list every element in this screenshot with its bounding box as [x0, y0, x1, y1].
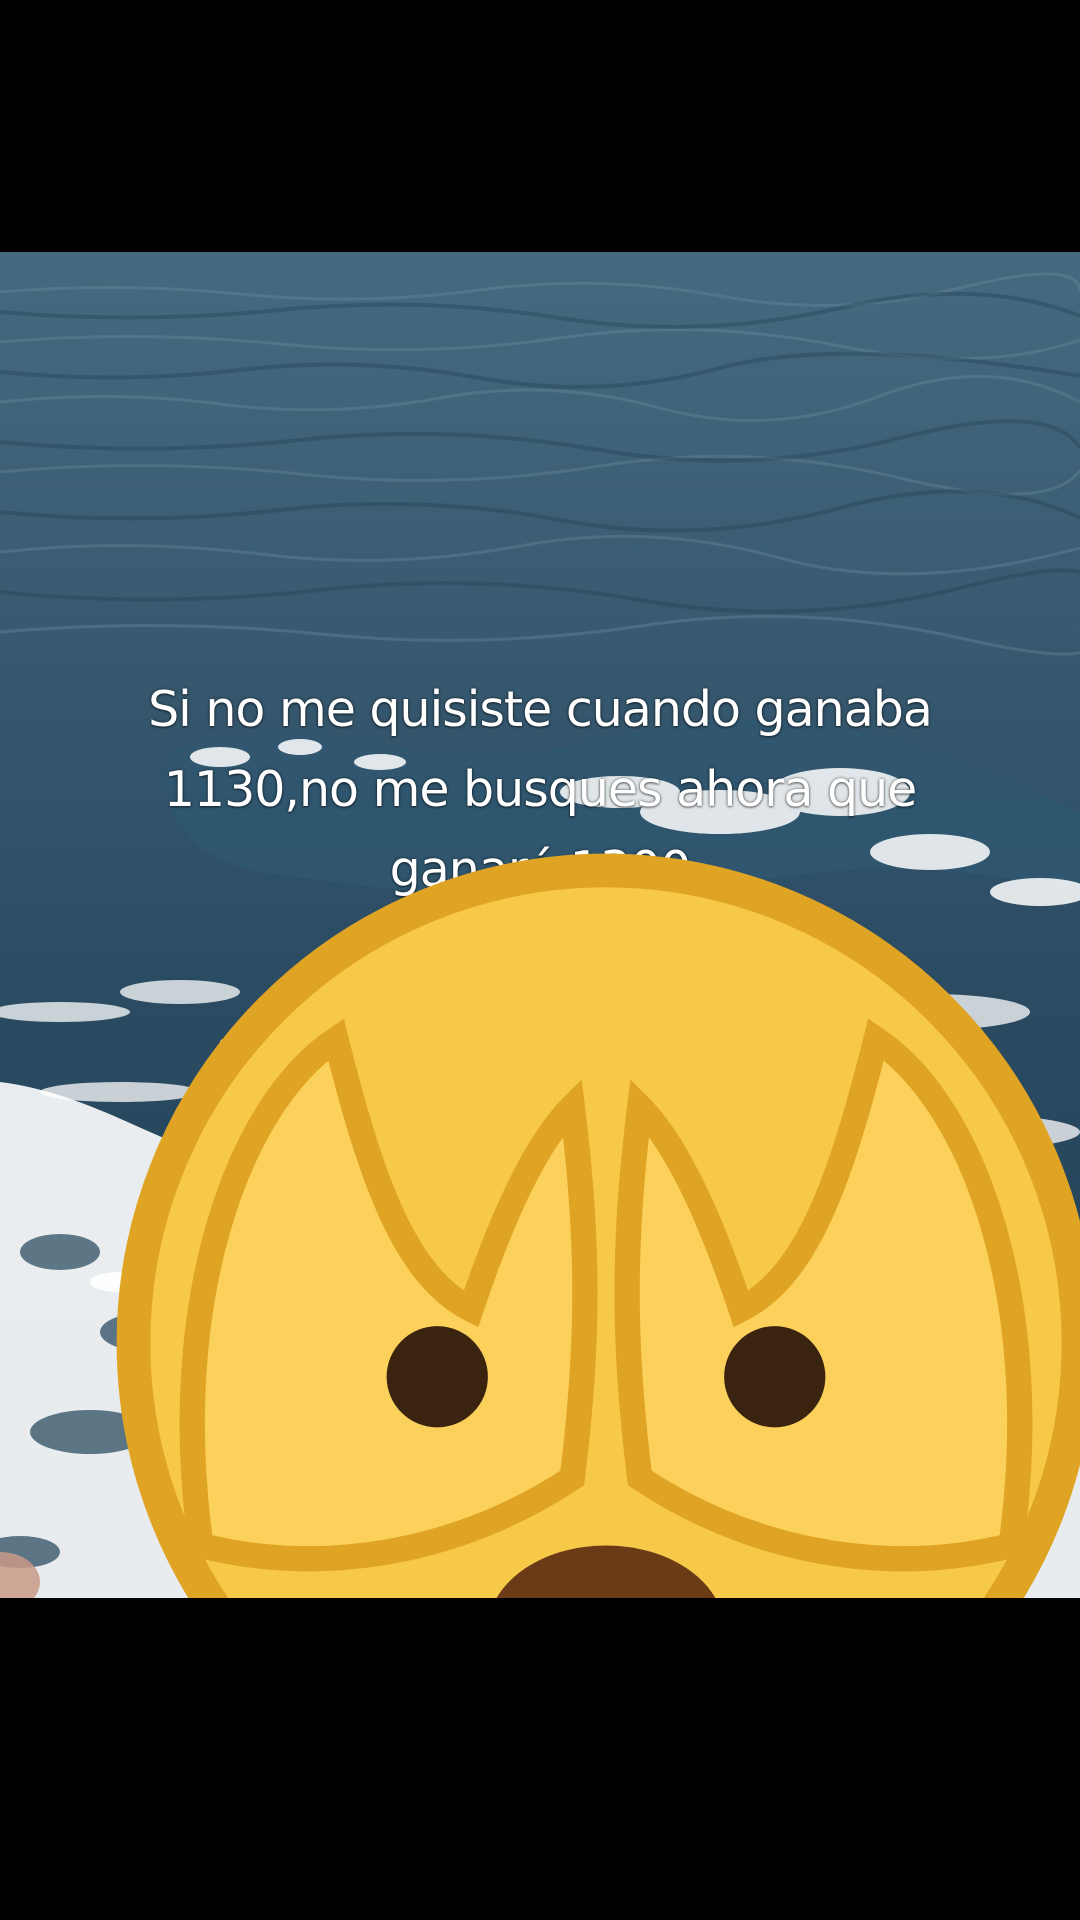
video-screen[interactable]: Si no me quisiste cuando ganaba 1130,no … — [0, 0, 1080, 1920]
face-with-peeking-eye-icon — [116, 853, 1080, 1598]
video-caption: Si no me quisiste cuando ganaba 1130,no … — [60, 670, 1080, 1598]
letterbox-bottom — [0, 1598, 1080, 1920]
letterbox-top — [0, 0, 1080, 252]
video-frame[interactable]: Si no me quisiste cuando ganaba 1130,no … — [0, 252, 1080, 1598]
